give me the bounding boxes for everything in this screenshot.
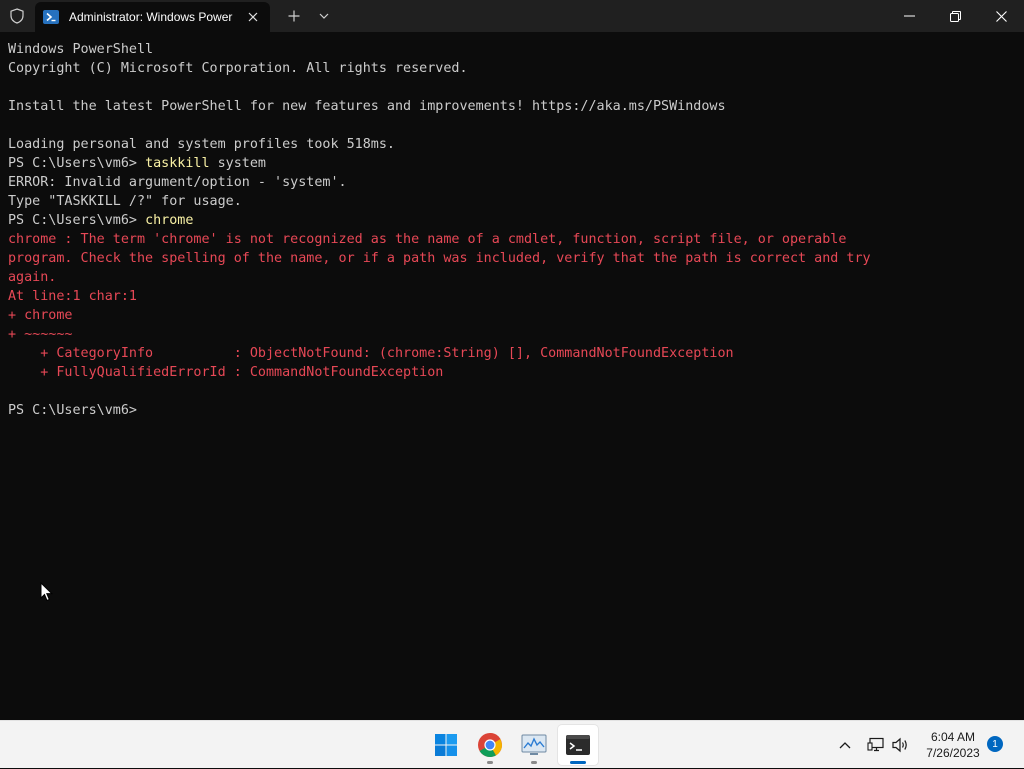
console-line: Loading personal and system profiles too… (8, 137, 395, 152)
console-line: Type "TASKKILL /?" for usage. (8, 194, 242, 209)
console-prompt-line: PS C:\Users\vm6> taskkill system (8, 154, 871, 173)
prompt: PS C:\Users\vm6> (8, 213, 146, 228)
error-line: + CategoryInfo : ObjectNotFound: (chrome… (8, 346, 734, 361)
network-button[interactable] (864, 721, 888, 769)
running-indicator (487, 761, 493, 764)
title-bar[interactable]: Administrator: Windows PowerShell (0, 0, 1024, 32)
show-hidden-icons-button[interactable] (834, 721, 856, 769)
clock-time: 6:04 AM (930, 730, 976, 744)
current-prompt[interactable]: PS C:\Users\vm6> (8, 401, 871, 420)
command-args: system (209, 156, 266, 171)
start-button[interactable] (426, 725, 466, 765)
close-icon (248, 12, 258, 22)
shield-icon (6, 0, 28, 32)
error-line: + chrome (8, 308, 73, 323)
error-line: + ~~~~~~ (8, 327, 73, 342)
running-indicator (531, 761, 537, 764)
volume-icon (892, 737, 907, 753)
plus-icon (288, 10, 300, 22)
error-line: chrome : The term 'chrome' is not recogn… (8, 232, 847, 247)
console-line: Copyright (C) Microsoft Corporation. All… (8, 61, 468, 76)
close-icon (995, 10, 1007, 22)
taskbar: 6:04 AM 7/26/2023 (0, 720, 1024, 768)
terminal-icon (566, 735, 590, 755)
volume-button[interactable] (888, 721, 912, 769)
console-line: ERROR: Invalid argument/option - 'system… (8, 175, 347, 190)
minimize-icon (903, 15, 915, 17)
active-indicator (570, 761, 586, 764)
taskbar-app-performance-monitor[interactable] (514, 725, 554, 765)
chevron-down-icon (319, 13, 329, 19)
close-window-button[interactable] (978, 0, 1024, 32)
minimize-button[interactable] (886, 0, 932, 32)
maximize-icon (949, 10, 961, 22)
console-line: Windows PowerShell (8, 42, 154, 57)
maximize-button[interactable] (932, 0, 978, 32)
command-name: taskkill (145, 156, 210, 171)
mouse-pointer-icon (40, 582, 53, 602)
taskbar-app-chrome[interactable] (470, 725, 510, 765)
taskbar-app-terminal[interactable] (558, 725, 598, 765)
error-line: again. (8, 270, 57, 285)
prompt: PS C:\Users\vm6> (8, 156, 146, 171)
notification-badge[interactable]: 1 (987, 736, 1003, 752)
console-output[interactable]: Windows PowerShell Copyright (C) Microso… (0, 32, 1024, 720)
chrome-icon (478, 733, 502, 758)
chevron-up-icon (839, 742, 851, 749)
command-name: chrome (145, 213, 194, 228)
windows-start-icon (435, 734, 457, 756)
powershell-icon (43, 10, 59, 24)
error-line: At line:1 char:1 (8, 289, 137, 304)
console-line: Install the latest PowerShell for new fe… (8, 99, 726, 114)
network-icon (867, 737, 884, 752)
tab-dropdown-button[interactable] (314, 0, 334, 32)
clock[interactable]: 6:04 AM 7/26/2023 (916, 729, 990, 761)
clock-date: 7/26/2023 (926, 746, 980, 760)
performance-monitor-icon (521, 734, 547, 755)
console-prompt-line: PS C:\Users\vm6> chrome (8, 211, 871, 230)
new-tab-button[interactable] (284, 0, 304, 32)
tab-title: Administrator: Windows PowerShell (69, 10, 233, 24)
tab-powershell[interactable]: Administrator: Windows PowerShell (35, 2, 270, 32)
error-line: + FullyQualifiedErrorId : CommandNotFoun… (8, 365, 444, 380)
close-tab-button[interactable] (244, 8, 262, 26)
error-line: program. Check the spelling of the name,… (8, 251, 871, 266)
